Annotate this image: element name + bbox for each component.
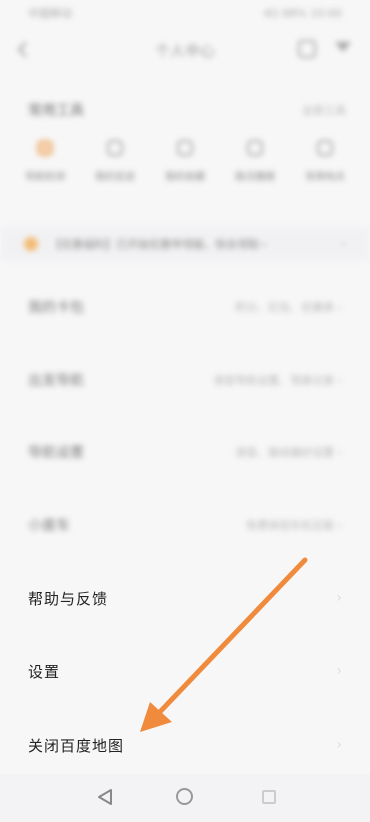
settings-item[interactable]: 设置 › [0,644,370,698]
help-feedback-item[interactable]: 帮助与反馈 › [0,571,370,625]
chevron-right-icon: › [336,590,342,606]
tool-item[interactable]: 我的足迹 [83,140,147,183]
menu-item-label: 帮助与反馈 [28,589,109,608]
footprint-icon [107,140,123,156]
traffic-icon [247,140,263,156]
tool-label: 我的收藏 [165,172,205,183]
menu-item-subtitle: 积分、红包、优惠券 › [235,301,342,314]
chevron-right-icon: › [336,737,342,753]
system-nav-bar [0,774,370,822]
message-icon[interactable] [298,40,316,58]
menu-item-label: 小度车 [28,518,70,534]
status-info-text: 4G 88% 10:00 [263,6,342,20]
section-title: 常用工具 [28,103,84,119]
filter-icon[interactable] [334,40,352,58]
tool-item[interactable]: 常用地点 [293,140,357,183]
carrier-text: 中国移动 [28,7,72,20]
menu-item-trip[interactable]: 出发导航 语音导航设置、驾驶记录 › [0,350,370,410]
recent-apps-icon[interactable] [262,790,276,804]
tool-label: 路况播报 [235,172,275,183]
back-icon[interactable] [14,40,34,60]
close-baidu-map-item[interactable]: 关闭百度地图 › [0,718,370,772]
tools-section-header: 常用工具 全部工具 [28,100,346,120]
tool-label: 我的足迹 [95,172,135,183]
menu-item-label: 出发导航 [28,373,84,389]
location-icon [317,140,333,156]
page-title: 个人中心 [154,41,215,60]
menu-item-label: 导航设置 [28,445,84,461]
section-more-link[interactable]: 全部工具 [302,102,346,118]
home-circle-icon[interactable] [176,788,193,805]
favorites-icon [177,140,193,156]
chevron-right-icon: › [336,663,342,679]
menu-item-subtitle: 语音、路线偏好设置 › [235,446,342,459]
blurred-background-content: 中国移动 4G 88% 10:00 个人中心 常用工具 全部工具 导航检测 我的… [0,0,370,565]
menu-item-nav-settings[interactable]: 导航设置 语音、路线偏好设置 › [0,422,370,482]
menu-item-label: 我的卡包 [28,300,84,316]
menu-item-car[interactable]: 小度车 免费体验车机互联 › [0,495,370,555]
status-bar: 中国移动 4G 88% 10:00 [0,0,370,26]
menu-item-label: 设置 [28,662,61,681]
notice-banner[interactable]: 【优惠福利】已开始优惠申领版，快去领取~ › [0,227,370,261]
chevron-right-icon: › [341,237,346,251]
tools-row: 导航检测 我的足迹 我的收藏 路况播报 常用地点 [10,140,360,183]
title-bar: 个人中心 [0,28,370,72]
notice-text: 【优惠福利】已开始优惠申领版，快去领取~ [50,238,269,251]
tool-item[interactable]: 导航检测 [13,140,77,183]
menu-item-subtitle: 语音导航设置、驾驶记录 › [213,374,342,387]
back-triangle-icon[interactable] [97,788,113,806]
menu-item-subtitle: 免费体验车机互联 › [246,519,342,532]
notice-icon [24,237,38,251]
tool-label: 常用地点 [305,172,345,183]
tool-item[interactable]: 路况播报 [223,140,287,183]
tool-item[interactable]: 我的收藏 [153,140,217,183]
tool-label: 导航检测 [25,172,65,183]
menu-item-label: 关闭百度地图 [28,736,125,755]
navigation-check-icon [37,140,53,156]
menu-item-wallet[interactable]: 我的卡包 积分、红包、优惠券 › [0,277,370,337]
